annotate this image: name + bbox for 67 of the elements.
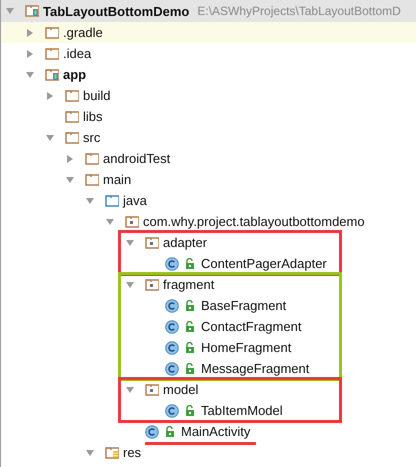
- folder-icon: [85, 172, 99, 186]
- expanded-arrow-icon[interactable]: [65, 174, 75, 184]
- folder-name[interactable]: java: [123, 193, 147, 208]
- module-folder-icon: [25, 4, 39, 18]
- class-name[interactable]: HomeFragment: [201, 340, 292, 355]
- folder-name[interactable]: com.why.project.tablayoutbottomdemo: [143, 214, 365, 229]
- lock-icon: [185, 258, 195, 269]
- module-folder-icon: [45, 68, 59, 82]
- folder-icon: [85, 152, 99, 166]
- folder-name[interactable]: main: [103, 172, 132, 187]
- collapsed-arrow-icon[interactable]: [25, 48, 35, 58]
- lock-icon: [185, 405, 195, 416]
- class-icon: [145, 424, 159, 438]
- lock-icon: [185, 363, 195, 374]
- resource-folder-icon: [105, 446, 119, 460]
- project-path: E:\ASWhyProjects\TabLayoutBottomD: [197, 4, 401, 18]
- folder-icon: [65, 88, 79, 102]
- folder-name[interactable]: adapter: [163, 235, 208, 250]
- folder-icon: [65, 110, 79, 124]
- package-icon: [145, 278, 159, 292]
- folder-icon: [45, 46, 59, 60]
- folder-icon: [45, 26, 59, 40]
- collapsed-arrow-icon[interactable]: [65, 154, 75, 164]
- class-icon: [165, 298, 179, 312]
- folder-name[interactable]: res: [123, 445, 142, 460]
- expanded-arrow-icon[interactable]: [45, 132, 55, 142]
- collapsed-arrow-icon[interactable]: [45, 90, 55, 100]
- folder-name[interactable]: .gradle: [63, 25, 103, 40]
- package-icon: [125, 214, 139, 228]
- expanded-arrow-icon[interactable]: [5, 6, 15, 16]
- package-icon: [145, 382, 159, 396]
- expanded-arrow-icon[interactable]: [105, 216, 115, 226]
- class-name[interactable]: MessageFragment: [201, 361, 310, 376]
- lock-icon: [185, 300, 195, 311]
- lock-icon: [185, 342, 195, 353]
- project-name: TabLayoutBottomDemo: [43, 4, 190, 18]
- expanded-arrow-icon[interactable]: [125, 280, 135, 290]
- class-icon: [165, 340, 179, 354]
- lock-icon: [185, 321, 195, 332]
- class-name[interactable]: ContentPagerAdapter: [201, 256, 327, 271]
- folder-name[interactable]: model: [163, 382, 198, 397]
- folder-icon: [65, 130, 79, 144]
- lock-icon: [165, 426, 175, 437]
- folder-name[interactable]: build: [83, 88, 110, 103]
- expanded-arrow-icon[interactable]: [85, 196, 95, 206]
- class-icon: [165, 256, 179, 270]
- collapsed-arrow-icon[interactable]: [25, 28, 35, 38]
- expanded-arrow-icon[interactable]: [25, 70, 35, 80]
- class-icon: [165, 320, 179, 334]
- folder-name[interactable]: libs: [83, 109, 103, 124]
- class-icon: [165, 404, 179, 418]
- class-name[interactable]: MainActivity: [181, 424, 250, 439]
- expanded-arrow-icon[interactable]: [125, 384, 135, 394]
- class-name[interactable]: ContactFragment: [201, 319, 302, 334]
- class-name[interactable]: TabItemModel: [201, 403, 283, 418]
- source-folder-icon: [105, 194, 119, 208]
- folder-name[interactable]: androidTest: [103, 151, 170, 166]
- class-name[interactable]: BaseFragment: [201, 298, 286, 313]
- expanded-arrow-icon[interactable]: [125, 238, 135, 248]
- folder-name[interactable]: .idea: [63, 46, 92, 61]
- folder-name[interactable]: src: [83, 130, 100, 145]
- class-icon: [165, 362, 179, 376]
- expanded-arrow-icon[interactable]: [85, 448, 95, 458]
- project-root-row[interactable]: TabLayoutBottomDemo E:\ASWhyProjects\TabLayoutBottomD: [1, 0, 416, 23]
- folder-name[interactable]: fragment: [163, 277, 214, 292]
- package-icon: [145, 236, 159, 250]
- folder-name[interactable]: app: [63, 67, 86, 82]
